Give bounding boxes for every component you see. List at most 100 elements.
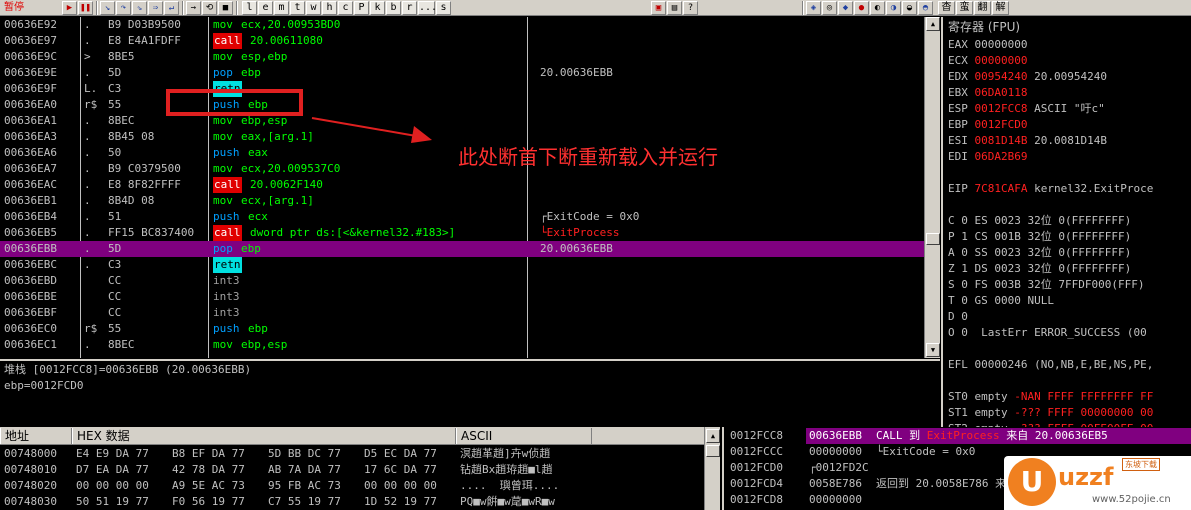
goto-icon[interactable]: → (186, 1, 201, 15)
toolbar-letter-6[interactable]: c (338, 1, 353, 15)
disasm-row[interactable]: 00636E9C >8BE5 mov esp,ebp (0, 49, 924, 65)
calc-icon[interactable]: ▣ (651, 1, 666, 15)
toolbar-letter-5[interactable]: h (322, 1, 337, 15)
register-line[interactable]: ESP 0012FCC8 ASCII "吁c" (948, 101, 1105, 117)
plugin7-icon[interactable]: ◒ (902, 1, 917, 15)
dump-scroll-thumb[interactable] (706, 445, 720, 457)
register-line[interactable]: S 0 FS 003B 32位 7FFDF000(FFF) (948, 277, 1144, 293)
register-line[interactable]: C 0 ES 0023 32位 0(FFFFFFFF) (948, 213, 1131, 229)
register-value[interactable]: 0012FCC8 (975, 102, 1028, 115)
toolbar-cjk-1[interactable]: 杳 (938, 1, 955, 15)
close-process-icon[interactable]: ■ (218, 1, 233, 15)
register-value[interactable]: FS 003B (975, 278, 1021, 291)
disassembly-scrollbar[interactable]: ▲ ▼ (924, 17, 940, 358)
toolbar-cjk-2[interactable]: 蛮 (956, 1, 973, 15)
register-value[interactable]: empty (975, 390, 1008, 403)
register-line[interactable]: EDI 06DA2B69 (948, 149, 1027, 165)
dump-col-addr[interactable]: 地址 (0, 428, 72, 444)
disasm-row[interactable]: 00636EA0 r$ 55 push ebp (0, 97, 924, 113)
toolbar-letter-12[interactable]: s (436, 1, 451, 15)
register-line[interactable]: EDX 00954240 20.00954240 (948, 69, 1107, 85)
toolbar-letter-2[interactable]: m (274, 1, 289, 15)
register-value[interactable]: DS 0023 (975, 262, 1021, 275)
trace-over-icon[interactable]: ⇒ (148, 1, 163, 15)
register-value[interactable]: 00000000 (975, 54, 1028, 67)
plugin8-icon[interactable]: ◓ (918, 1, 933, 15)
register-line[interactable]: ESI 0081D14B 20.0081D14B (948, 133, 1107, 149)
register-line[interactable]: A 0 SS 0023 32位 0(FFFFFFFF) (948, 245, 1131, 261)
disasm-row[interactable]: 00636EC1. 8BEC mov ebp,esp (0, 337, 924, 353)
register-line[interactable]: O 0 LastErr ERROR_SUCCESS (00 (948, 325, 1147, 341)
dump-pane[interactable]: 00748000 E4 E9 DA 77 B8 EF DA 77 5D BB DC 7… (0, 445, 704, 510)
step-over-icon[interactable]: ↷ (116, 1, 131, 15)
plugin4-icon[interactable]: ● (854, 1, 869, 15)
disasm-row[interactable]: 00636EB4. 51 push ecx ┌ExitCode = 0x0 (0, 209, 924, 225)
disasm-row[interactable]: 00636EBB. 5D pop ebp 20.00636EBB (0, 241, 924, 257)
disasm-row[interactable]: 00636EC0 r$ 55 push ebp (0, 321, 924, 337)
toolbar-letter-9[interactable]: b (386, 1, 401, 15)
disasm-row[interactable]: 00636EA1. 8BEC mov ebp,esp (0, 113, 924, 129)
disasm-row[interactable]: 00636EBD CC int3 (0, 273, 924, 289)
book-icon[interactable]: ▤ (667, 1, 682, 15)
trace-into-icon[interactable]: ⇘ (132, 1, 147, 15)
help-icon[interactable]: ? (683, 1, 698, 15)
register-line[interactable]: ECX 00000000 (948, 53, 1027, 69)
dump-col-hex[interactable]: HEX 数据 (72, 428, 456, 444)
disasm-row[interactable]: 00636E92. B9 D03B9500 mov ecx,20.00953BD0 (0, 17, 924, 33)
disasm-row[interactable]: 00636EBE CC int3 (0, 289, 924, 305)
register-value[interactable]: empty (975, 406, 1008, 419)
plugin1-icon[interactable]: ◈ (806, 1, 821, 15)
register-line[interactable]: Z 1 DS 0023 32位 0(FFFFFFFF) (948, 261, 1131, 277)
toolbar-cjk-4[interactable]: 解 (992, 1, 1009, 15)
dump-scrollbar[interactable]: ▲ (704, 427, 720, 510)
plugin2-icon[interactable]: ◎ (822, 1, 837, 15)
toolbar-letter-0[interactable]: l (242, 1, 257, 15)
register-line[interactable]: EBX 06DA0118 (948, 85, 1027, 101)
toolbar-cjk-3[interactable]: 翻 (974, 1, 991, 15)
register-value[interactable]: 00000246 (975, 358, 1028, 371)
register-line[interactable]: T 0 GS 0000 NULL (948, 293, 1054, 309)
register-line[interactable]: D 0 (948, 309, 975, 325)
register-line[interactable]: P 1 CS 001B 32位 0(FFFFFFFF) (948, 229, 1131, 245)
plugin3-icon[interactable]: ◆ (838, 1, 853, 15)
scroll-down-icon[interactable]: ▼ (926, 343, 940, 357)
register-line[interactable]: ST1 empty -??? FFFF 00000000 00 (948, 405, 1153, 421)
plugin5-icon[interactable]: ◐ (870, 1, 885, 15)
registers-pane[interactable]: 寄存器 (FPU) EAX 00000000 ECX 00000000 EDX 00… (941, 17, 1191, 427)
disasm-row[interactable]: 00636EBC. C3 retn (0, 257, 924, 273)
register-line[interactable]: EBP 0012FCD0 (948, 117, 1027, 133)
scroll-thumb[interactable] (926, 233, 940, 245)
register-value[interactable]: 06DA0118 (975, 86, 1028, 99)
disasm-row[interactable]: 00636E9F L. C3 retn (0, 81, 924, 97)
register-value[interactable]: CS 001B (975, 230, 1021, 243)
stack-row[interactable]: 0012FCC8 00636EBB CALL 到 ExitProcess 来自 20… (724, 428, 1191, 444)
register-value[interactable]: 06DA2B69 (975, 150, 1028, 163)
disassembly-pane[interactable]: 00636E92. B9 D03B9500 mov ecx,20.00953BD0 00… (0, 17, 924, 358)
register-line[interactable]: EAX 00000000 (948, 37, 1027, 53)
step-into-icon[interactable]: ↘ (100, 1, 115, 15)
register-line[interactable]: EIP 7C81CAFA kernel32.ExitProce (948, 181, 1153, 197)
dump-col-ascii[interactable]: ASCII (456, 428, 592, 444)
register-value[interactable]: GS 0000 (975, 294, 1021, 307)
disasm-row[interactable]: 00636EBF CC int3 (0, 305, 924, 321)
register-value[interactable]: 0081D14B (975, 134, 1028, 147)
register-line[interactable]: ST0 empty -NAN FFFF FFFFFFFF FF (948, 389, 1153, 405)
register-value[interactable]: ES 0023 (975, 214, 1021, 227)
plugin6-icon[interactable]: ◑ (886, 1, 901, 15)
disasm-row[interactable]: 00636E97. E8 E4A1FDFF call 20.00611080 (0, 33, 924, 49)
scroll-up-icon[interactable]: ▲ (926, 17, 940, 31)
disasm-row[interactable]: 00636EB1. 8B4D 08 mov ecx,[arg.1] (0, 193, 924, 209)
pause-icon[interactable]: ❚❚ (78, 1, 93, 15)
play-icon[interactable]: ▶ (62, 1, 77, 15)
toolbar-letter-10[interactable]: r (402, 1, 417, 15)
toolbar-letter-7[interactable]: P (354, 1, 369, 15)
toolbar-letter-8[interactable]: k (370, 1, 385, 15)
toolbar-letter-1[interactable]: e (258, 1, 273, 15)
dump-scroll-up-icon[interactable]: ▲ (706, 429, 720, 443)
disasm-row[interactable]: 00636EB5. FF15 BC837400 call dword ptr ds:[… (0, 225, 924, 241)
register-value[interactable]: 00954240 (975, 70, 1028, 83)
toolbar-letter-4[interactable]: w (306, 1, 321, 15)
disasm-row[interactable]: 00636E9E. 5D pop ebp 20.00636EBB (0, 65, 924, 81)
register-line[interactable]: EFL 00000246 (NO,NB,E,BE,NS,PE, (948, 357, 1153, 373)
restart-icon[interactable]: ⟲ (202, 1, 217, 15)
